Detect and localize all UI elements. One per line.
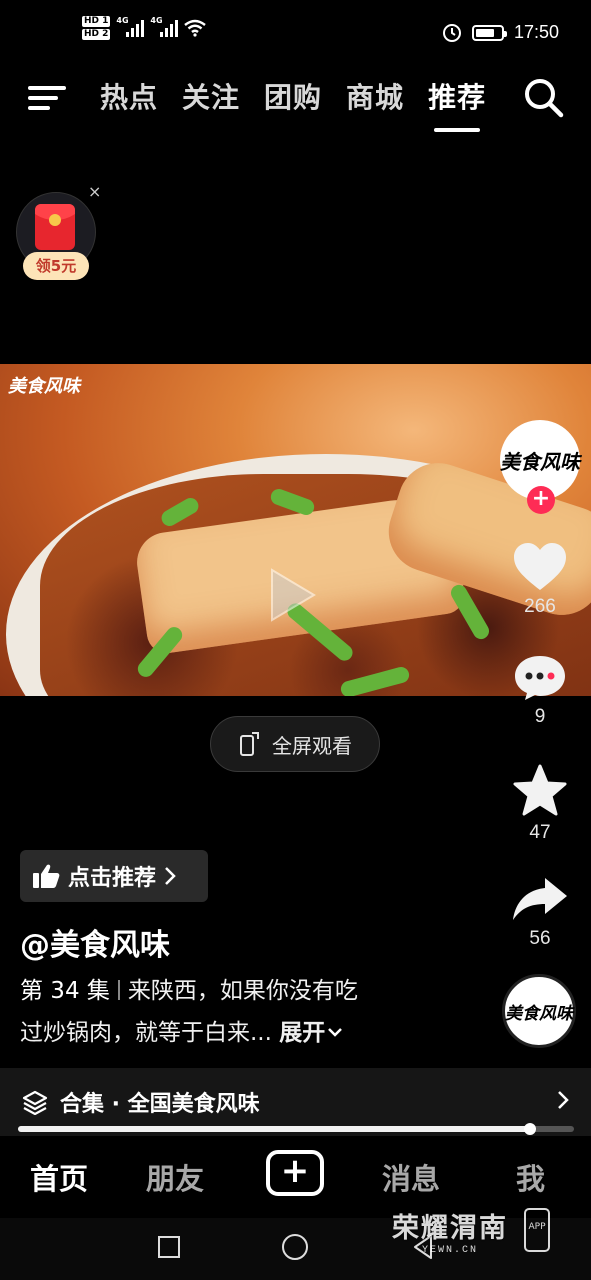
create-button[interactable]: + — [266, 1150, 324, 1196]
signal-cluster: HD 1 HD 2 4G 4G — [82, 16, 207, 40]
video-progress-bar[interactable] — [18, 1123, 574, 1135]
play-icon[interactable] — [254, 560, 324, 630]
red-envelope-icon — [35, 204, 75, 250]
description-line-2: 过炒锅肉，就等于白来... — [20, 1020, 272, 1046]
hd2-badge: HD 2 — [82, 29, 111, 40]
star-icon — [513, 764, 567, 816]
comment-action[interactable]: 9 — [500, 654, 580, 728]
watermark-app-badge: APP — [524, 1208, 550, 1252]
battery-icon — [471, 24, 507, 41]
alarm-icon — [442, 23, 461, 42]
divider — [117, 980, 120, 1000]
recommend-label: 点击推荐 — [68, 866, 157, 891]
progress-fill — [18, 1126, 530, 1132]
tab-following[interactable]: 关注 — [182, 76, 240, 116]
like-count: 266 — [524, 596, 556, 617]
rotate-screen-icon — [240, 732, 259, 756]
video-player[interactable]: 美食风味 — [0, 364, 591, 696]
home-button[interactable] — [282, 1234, 308, 1260]
share-icon — [513, 878, 567, 920]
red-packet-widget[interactable]: 领5元 — [16, 192, 96, 282]
author-name[interactable]: @美食风味 — [20, 920, 170, 964]
tab-friends[interactable]: 朋友 — [146, 1156, 204, 1198]
layers-icon — [22, 1090, 48, 1115]
signal-icon: 4G — [116, 16, 145, 37]
share-count: 56 — [529, 928, 551, 949]
like-action[interactable]: 266 — [500, 542, 580, 618]
description-line-1: 来陕西，如果你没有吃 — [127, 978, 358, 1004]
music-disc[interactable]: 美食风味 — [502, 974, 576, 1048]
share-action[interactable]: 56 — [500, 874, 580, 950]
comment-icon — [515, 656, 565, 700]
chevron-down-icon — [328, 1028, 343, 1037]
recommend-chip[interactable]: 点击推荐 — [20, 850, 208, 902]
tab-me[interactable]: 我 — [516, 1156, 545, 1198]
tab-messages[interactable]: 消息 — [382, 1156, 440, 1198]
progress-knob[interactable] — [523, 1123, 536, 1135]
tab-hot[interactable]: 热点 — [100, 76, 158, 116]
comment-count: 9 — [534, 706, 546, 727]
feed-tabs: 热点 关注 团购 商城 推荐 — [100, 76, 486, 132]
chevron-right-icon — [165, 867, 176, 885]
expand-button[interactable]: 展开 — [279, 1020, 343, 1046]
episode-label[interactable]: 第 34 集 — [20, 978, 110, 1004]
clock: 17:50 — [513, 22, 559, 42]
follow-button[interactable]: + — [527, 486, 555, 514]
fullscreen-button[interactable]: 全屏观看 — [210, 716, 380, 772]
fullscreen-label: 全屏观看 — [272, 733, 352, 758]
site-watermark: 荣耀渭南 YEWN.CN APP — [392, 1206, 552, 1256]
search-icon[interactable] — [522, 76, 564, 118]
top-nav: 热点 关注 团购 商城 推荐 — [0, 70, 591, 132]
collection-label: 合集 · 全国美食风味 — [60, 1092, 260, 1117]
tab-group-buy[interactable]: 团购 — [264, 76, 322, 116]
status-bar: HD 1 HD 2 4G 4G 17:50 — [0, 0, 591, 70]
hd1-badge: HD 1 — [82, 16, 111, 27]
tab-recommend[interactable]: 推荐 — [428, 76, 486, 132]
signal-icon-2: 4G — [150, 16, 179, 37]
tab-home[interactable]: 首页 — [30, 1156, 88, 1198]
thumbs-up-icon — [33, 864, 60, 888]
video-description: 第 34 集来陕西，如果你没有吃 过炒锅肉，就等于白来... 展开 — [20, 970, 460, 1054]
wifi-icon — [184, 19, 207, 37]
heart-icon — [514, 543, 566, 590]
recents-button[interactable] — [158, 1236, 180, 1258]
favorite-action[interactable]: 47 — [500, 764, 580, 844]
tab-mall[interactable]: 商城 — [346, 76, 404, 116]
menu-icon[interactable] — [28, 80, 68, 110]
red-packet-label: 领5元 — [23, 252, 89, 280]
red-packet-close-icon[interactable]: × — [88, 182, 101, 201]
chevron-right-icon — [558, 1091, 569, 1109]
favorite-count: 47 — [529, 822, 551, 843]
video-watermark-logo: 美食风味 — [8, 376, 80, 397]
